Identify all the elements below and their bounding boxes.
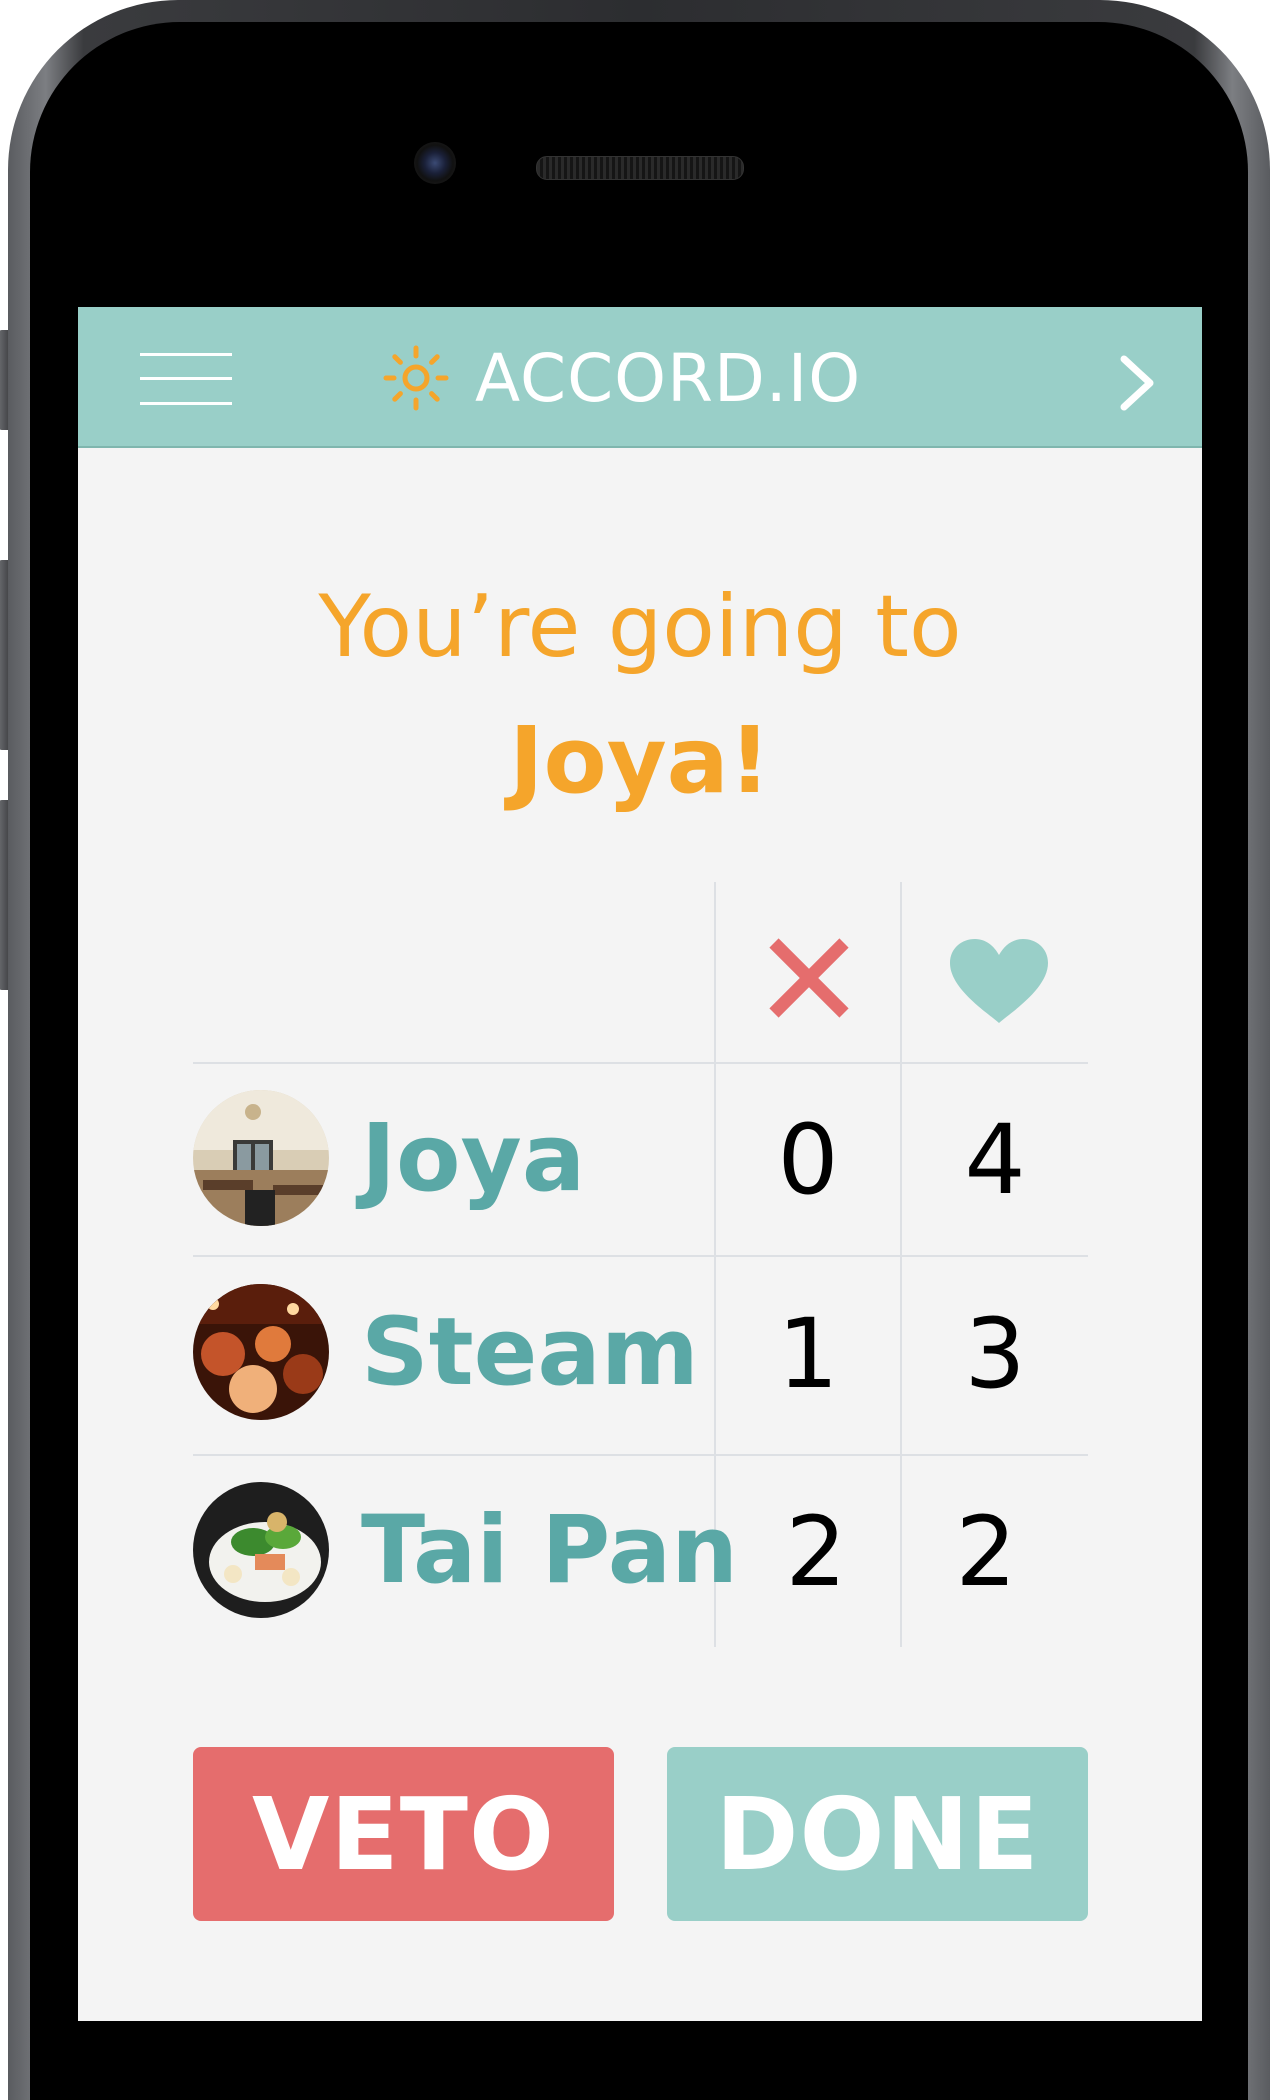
- like-count: 2: [955, 1496, 1017, 1608]
- hamburger-menu-icon[interactable]: [140, 353, 232, 405]
- front-camera: [414, 142, 456, 184]
- restaurant-name: Tai Pan: [361, 1496, 739, 1605]
- row-divider: [193, 1062, 1088, 1064]
- sun-logo-icon: [383, 345, 449, 411]
- result-intro-text: You’re going to: [318, 577, 962, 677]
- veto-count: 1: [777, 1298, 839, 1410]
- veto-count: 0: [777, 1104, 839, 1216]
- volume-up-button: [0, 560, 8, 750]
- mute-switch: [0, 330, 8, 430]
- chevron-right-icon[interactable]: [1118, 355, 1158, 411]
- restaurant-name: Steam: [361, 1298, 699, 1407]
- app-brand: ACCORD.IO: [383, 337, 861, 419]
- restaurant-photo-tai-pan: [193, 1482, 329, 1618]
- volume-down-button: [0, 800, 8, 990]
- like-count: 4: [964, 1104, 1026, 1216]
- x-icon: [769, 938, 849, 1018]
- done-button[interactable]: DONE: [667, 1747, 1088, 1921]
- veto-count: 2: [785, 1496, 847, 1608]
- vote-results-table: Joya 0 4 Steam 1 3 Tai Pan 2 2: [193, 882, 1088, 1647]
- restaurant-name: Joya: [361, 1104, 586, 1213]
- row-divider: [193, 1454, 1088, 1456]
- result-restaurant-name: Joya!: [509, 707, 771, 814]
- restaurant-photo-joya: [193, 1090, 329, 1226]
- like-count: 3: [964, 1298, 1026, 1410]
- heart-icon: [950, 939, 1048, 1023]
- app-screen: ACCORD.IO You’re going to Joya! Joya 0 4…: [78, 307, 1202, 2021]
- veto-button[interactable]: VETO: [193, 1747, 614, 1921]
- row-divider: [193, 1255, 1088, 1257]
- earpiece-speaker: [536, 156, 744, 180]
- restaurant-photo-steam: [193, 1284, 329, 1420]
- top-navigation-bar: ACCORD.IO: [78, 307, 1202, 448]
- brand-title: ACCORD.IO: [475, 339, 862, 417]
